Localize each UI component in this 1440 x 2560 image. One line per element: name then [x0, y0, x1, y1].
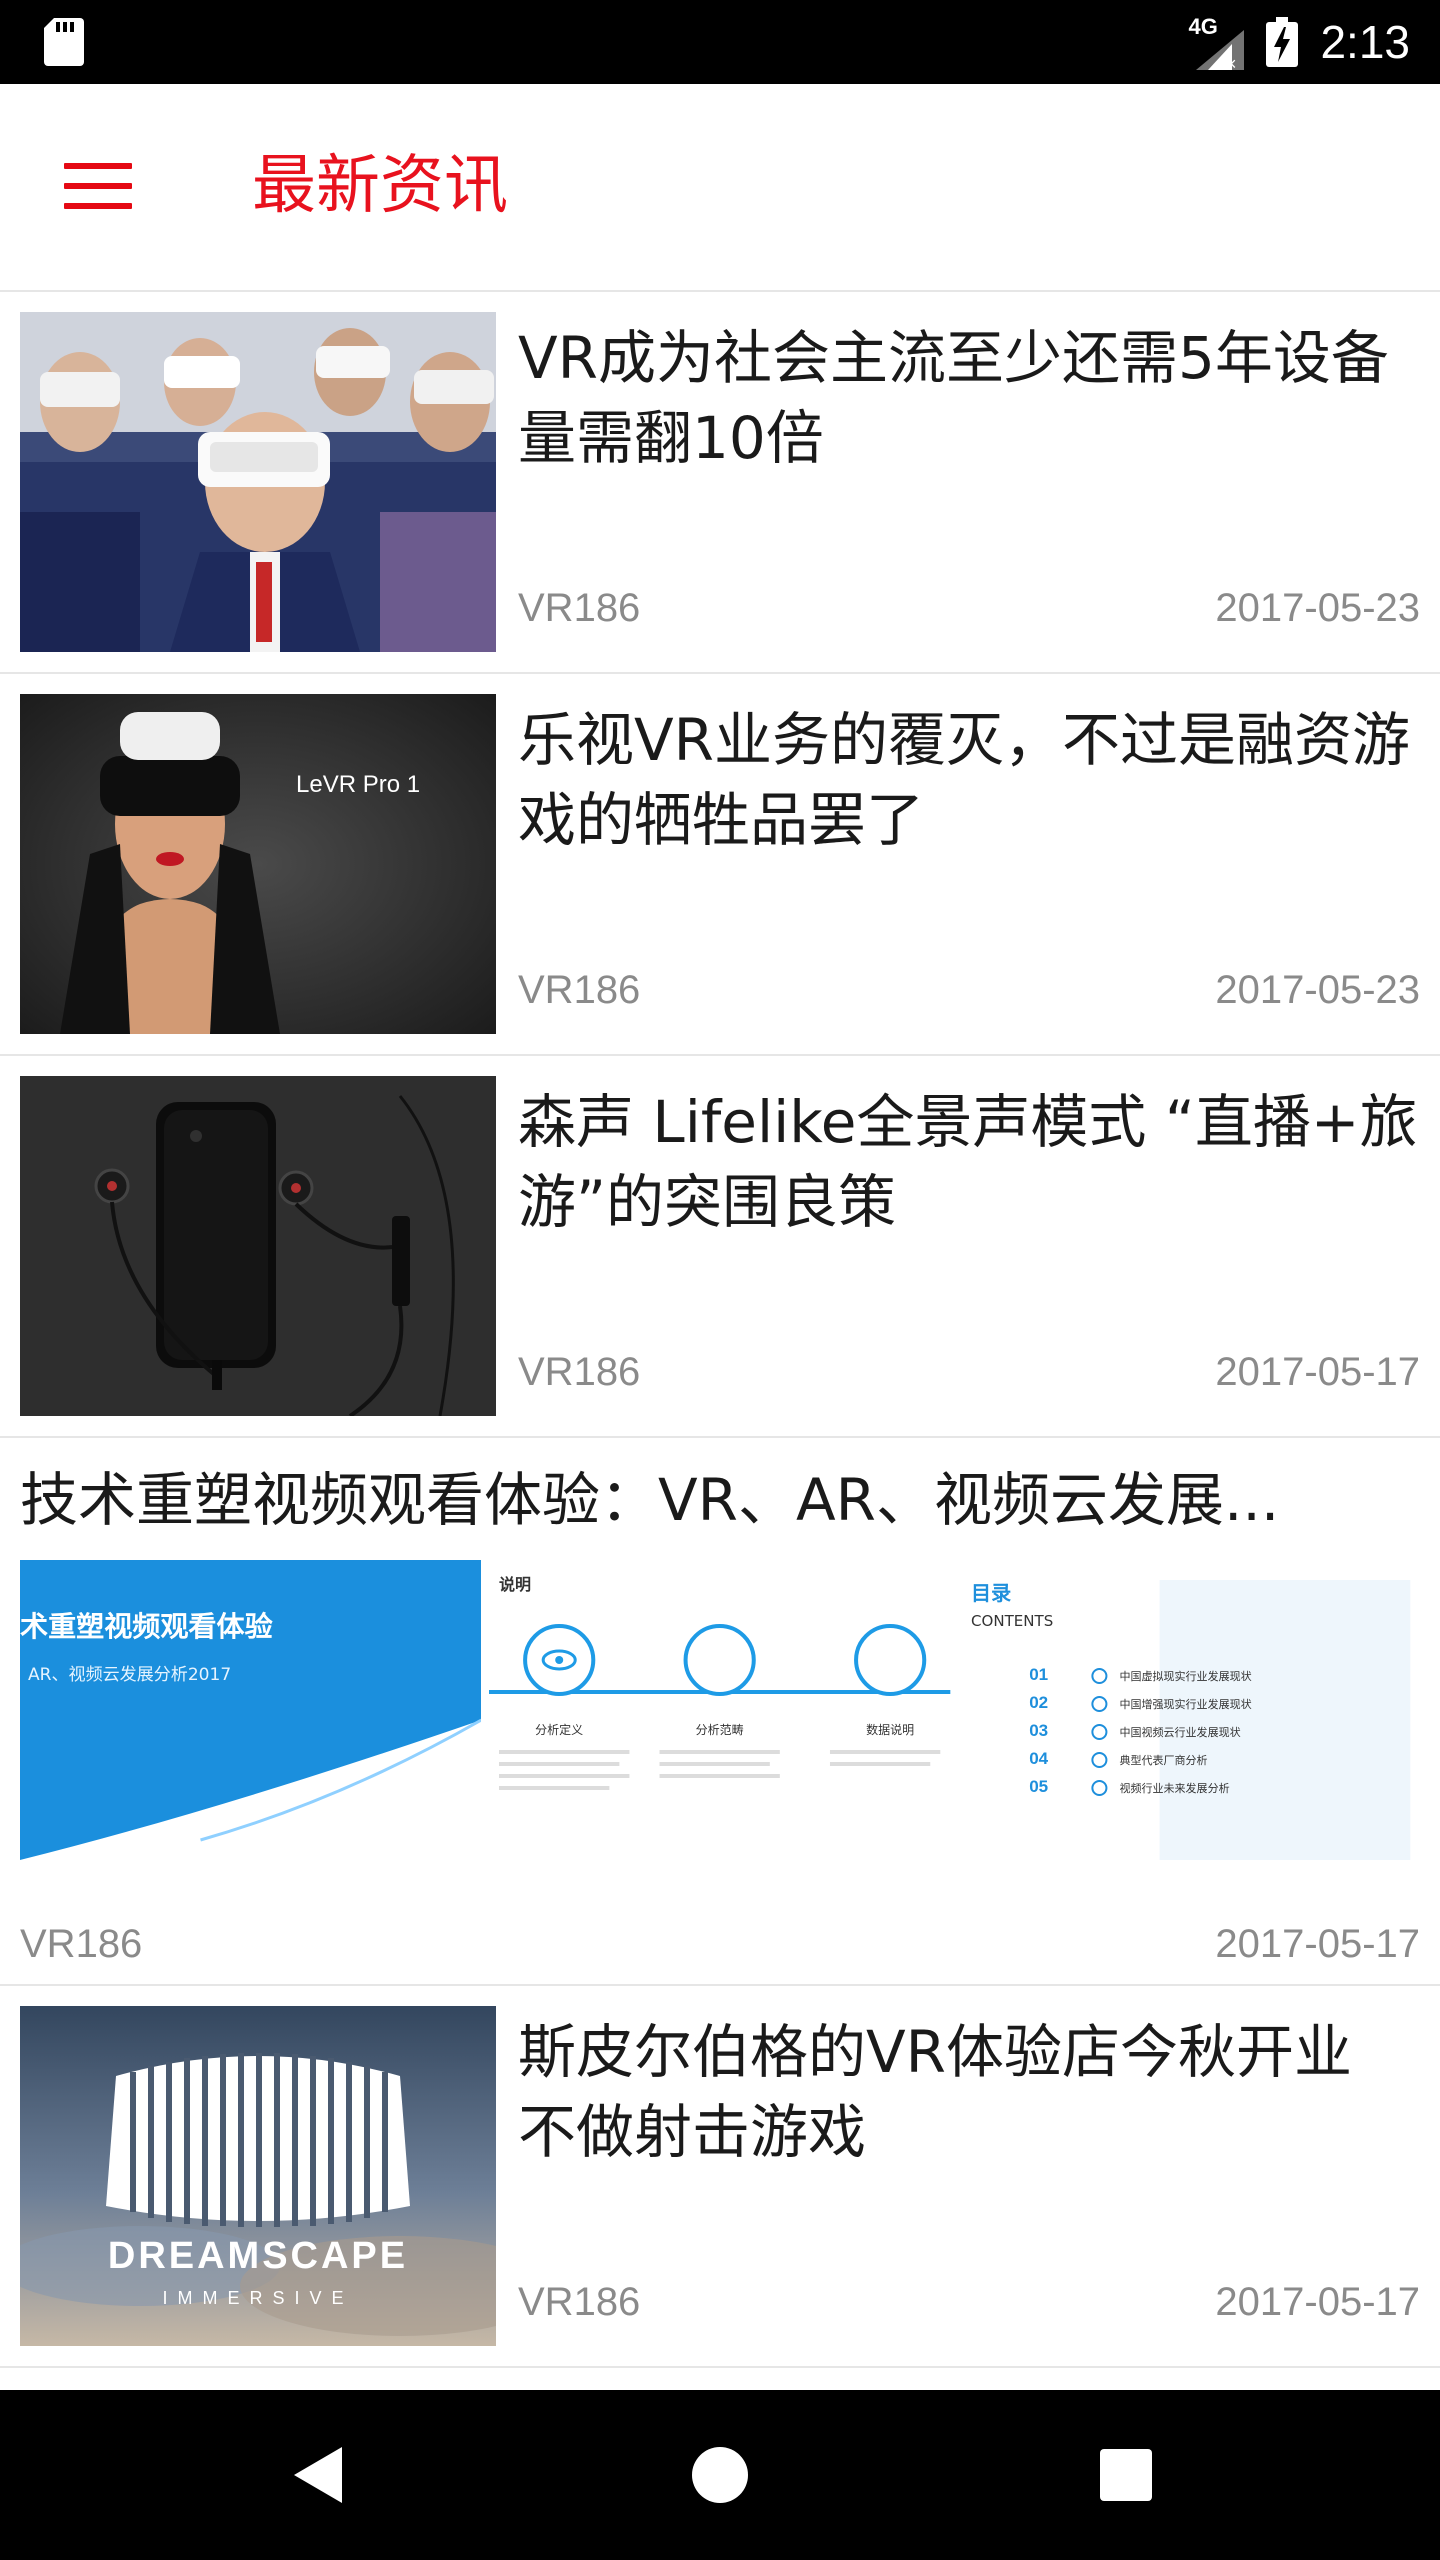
- news-title: 森声 Lifelike全景声模式 “直播+旅游”的突围良策: [518, 1088, 1418, 1236]
- toc-number: 02: [1029, 1693, 1048, 1712]
- news-item[interactable]: 技术重塑视频观看体验：VR、AR、视频云发展... 术重塑视频观看体验 AR、视…: [0, 1438, 1440, 1986]
- news-source: VR186: [518, 586, 641, 630]
- news-thumbnail: [20, 1076, 496, 1416]
- news-thumbnail: DREAMSCAPE IMMERSIVE: [20, 2006, 496, 2346]
- news-feed[interactable]: VR成为社会主流至少还需5年设备量需翻10倍 VR186 2017-05-23: [0, 292, 1440, 2390]
- news-item[interactable]: VR成为社会主流至少还需5年设备量需翻10倍 VR186 2017-05-23: [0, 292, 1440, 674]
- status-bar: 4G × 2:13: [0, 0, 1440, 84]
- news-date: 2017-05-17: [1215, 2280, 1420, 2324]
- image-logo-subtext: IMMERSIVE: [162, 2288, 353, 2308]
- app-bar: 最新资讯: [0, 84, 1440, 292]
- slide-step: 数据说明: [866, 1722, 914, 1737]
- toc-number: 05: [1029, 1777, 1048, 1796]
- news-date: 2017-05-23: [1215, 968, 1420, 1012]
- news-source: VR186: [518, 968, 641, 1012]
- menu-icon[interactable]: [56, 144, 140, 228]
- toc-number: 01: [1029, 1665, 1048, 1684]
- image-caption: LeVR Pro 1: [296, 771, 420, 798]
- toc-number: 04: [1029, 1749, 1048, 1768]
- news-date: 2017-05-17: [1215, 1922, 1420, 1966]
- news-item-partial[interactable]: …… 平 新 … 盟 挑 成: [0, 2368, 1440, 2390]
- news-source: VR186: [518, 1350, 641, 1394]
- slide-heading: 目录: [971, 1581, 1011, 1605]
- slide-heading: 术重塑视频观看体验: [20, 1610, 273, 1643]
- news-item[interactable]: 森声 Lifelike全景声模式 “直播+旅游”的突围良策 VR186 2017…: [0, 1056, 1440, 1438]
- svg-text:×: ×: [1226, 54, 1237, 70]
- news-thumbnail: LeVR Pro 1: [20, 694, 496, 1034]
- news-title-partial: …… 平 新 … 盟 挑 成: [518, 2374, 1093, 2390]
- news-date: 2017-05-23: [1215, 586, 1420, 630]
- signal-icon: 4G ×: [1188, 14, 1245, 70]
- news-title: VR成为社会主流至少还需5年设备量需翻10倍: [518, 324, 1389, 472]
- toc-entry: 中国增强现实行业发展现状: [1119, 1697, 1251, 1711]
- news-source: VR186: [20, 1922, 143, 1966]
- slide-subheading: AR、视频云发展分析2017: [28, 1665, 231, 1685]
- toc-entry: 视频行业未来发展分析: [1119, 1781, 1229, 1795]
- page-title: 最新资讯: [252, 149, 508, 223]
- slide-preview: 说明 分析定义 分析范畴 数据说明: [489, 1560, 951, 1880]
- home-icon[interactable]: [680, 2435, 760, 2515]
- clock: 2:13: [1320, 16, 1410, 68]
- slide-heading: 说明: [499, 1575, 531, 1594]
- news-title: 技术重塑视频观看体验：VR、AR、视频云发展...: [20, 1466, 1280, 1534]
- news-title: 乐视VR业务的覆灭，不过是融资游戏的牺牲品罢了: [518, 706, 1410, 854]
- slide-previews: 术重塑视频观看体验 AR、视频云发展分析2017 说明 分析定义 分析范畴 数据…: [20, 1560, 1420, 1880]
- sd-card-icon: [44, 18, 84, 66]
- toc-entry: 中国虚拟现实行业发展现状: [1119, 1669, 1251, 1683]
- slide-subheading: CONTENTS: [971, 1612, 1053, 1630]
- slide-step: 分析范畴: [696, 1723, 744, 1737]
- news-thumbnail: [20, 312, 496, 652]
- news-source: VR186: [518, 2280, 641, 2324]
- slide-step: 分析定义: [535, 1722, 583, 1737]
- back-icon[interactable]: [278, 2435, 358, 2515]
- news-date: 2017-05-17: [1215, 1350, 1420, 1394]
- battery-charging-icon: [1266, 17, 1299, 67]
- image-logo-text: DREAMSCAPE: [108, 2235, 408, 2277]
- slide-preview: 目录 CONTENTS 01 中国虚拟现实行业发展现状 02 中国增强现实行业发…: [958, 1560, 1420, 1880]
- slide-preview: 术重塑视频观看体验 AR、视频云发展分析2017: [20, 1560, 482, 1880]
- news-item[interactable]: DREAMSCAPE IMMERSIVE 斯皮尔伯格的VR体验店今秋开业 不做射…: [0, 1986, 1440, 2368]
- toc-entry: 典型代表厂商分析: [1119, 1753, 1207, 1767]
- news-item[interactable]: LeVR Pro 1 乐视VR业务的覆灭，不过是融资游戏的牺牲品罢了 VR186…: [0, 674, 1440, 1056]
- news-title: 斯皮尔伯格的VR体验店今秋开业 不做射击游戏: [518, 2018, 1352, 2166]
- toc-entry: 中国视频云行业发展现状: [1119, 1725, 1240, 1739]
- toc-number: 03: [1029, 1721, 1048, 1740]
- recents-icon[interactable]: [1086, 2435, 1166, 2515]
- navigation-bar: [0, 2390, 1440, 2560]
